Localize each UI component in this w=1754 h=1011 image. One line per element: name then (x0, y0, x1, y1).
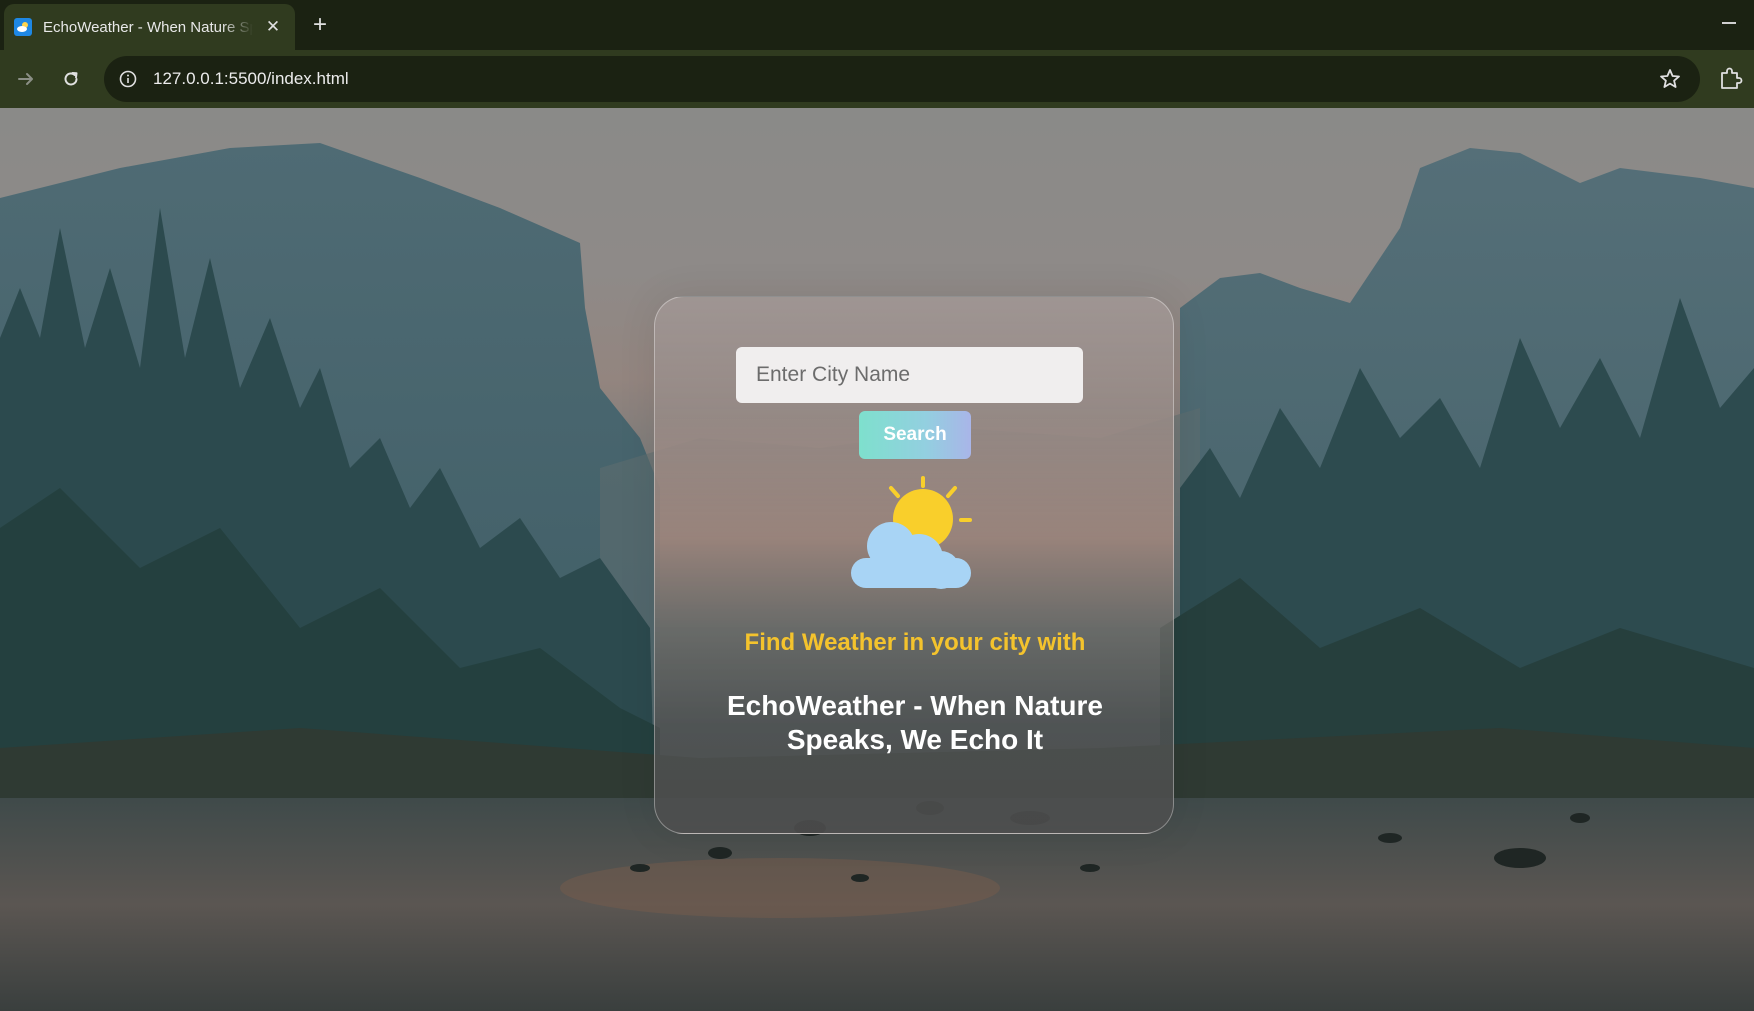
reload-icon[interactable] (57, 65, 85, 93)
browser-tab[interactable]: EchoWeather - When Nature Speaks, We Ech… (4, 4, 295, 50)
address-bar[interactable]: 127.0.0.1:5500/index.html (104, 56, 1700, 102)
tab-strip: EchoWeather - When Nature Speaks, We Ech… (0, 0, 1754, 50)
tagline: Find Weather in your city with (744, 629, 1086, 656)
close-tab-icon[interactable]: ✕ (263, 17, 283, 37)
minimize-window-icon[interactable] (1722, 22, 1736, 24)
sun-behind-cloud-icon (851, 476, 972, 589)
new-tab-button[interactable]: + (308, 10, 332, 40)
site-info-icon[interactable] (116, 67, 140, 91)
bookmark-star-icon[interactable] (1658, 67, 1682, 91)
forward-arrow-icon[interactable] (12, 65, 40, 93)
page-viewport: Search Find Weather in your city with Ec… (0, 108, 1754, 1011)
city-search-input[interactable] (736, 347, 1083, 403)
weather-favicon-icon (14, 18, 32, 36)
tab-title: EchoWeather - When Nature Speaks, We Ech… (43, 18, 253, 36)
extensions-puzzle-icon[interactable] (1718, 65, 1746, 93)
search-button[interactable]: Search (859, 411, 971, 459)
weather-search-card: Search Find Weather in your city with Ec… (654, 296, 1174, 834)
url-text[interactable]: 127.0.0.1:5500/index.html (153, 69, 349, 89)
browser-toolbar: 127.0.0.1:5500/index.html (0, 50, 1754, 108)
app-title: EchoWeather - When Nature Speaks, We Ech… (727, 690, 1103, 755)
